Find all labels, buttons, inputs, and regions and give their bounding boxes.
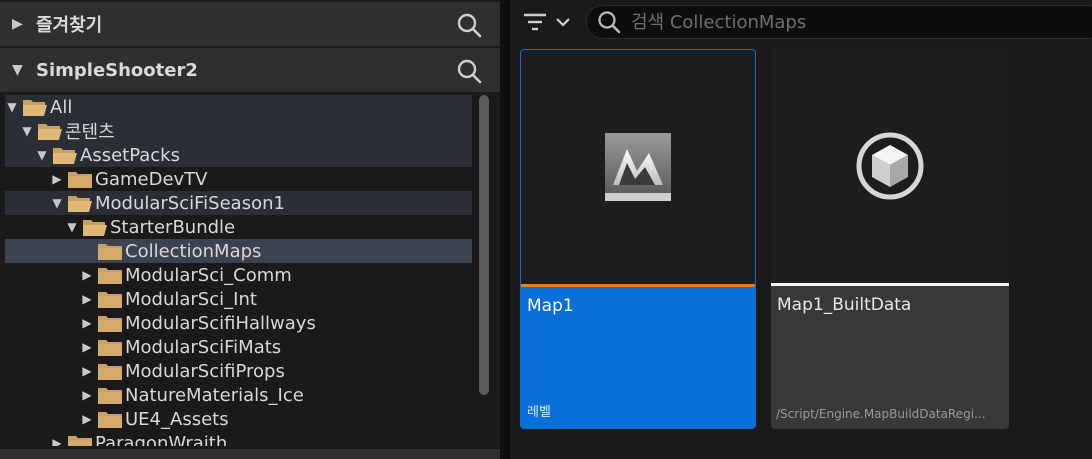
tree-item-label: GameDevTV bbox=[95, 168, 208, 190]
folder-tree: ▼ All ▼ 콘텐츠 ▼ AssetPacks ▶ GameDevTV ▼ ModularSci… bbox=[0, 92, 475, 446]
folder-icon bbox=[98, 388, 122, 404]
sources-panel: ▶ 즐겨찾기 ▼ SimpleShooter2 ▼ All ▼ 콘텐츠 ▼ AssetPa… bbox=[0, 0, 500, 459]
caret-down-icon[interactable]: ▼ bbox=[12, 62, 26, 78]
folder-open-icon bbox=[53, 148, 77, 164]
asset-thumbnail bbox=[771, 49, 1009, 285]
tree-item[interactable]: ▶ ParagonWraith bbox=[5, 431, 472, 446]
tree-item-label: StarterBundle bbox=[110, 216, 236, 238]
tree-item[interactable]: ▶ GameDevTV bbox=[5, 167, 472, 191]
chevron-down-icon bbox=[556, 18, 570, 27]
caret-down-icon[interactable]: ▼ bbox=[65, 220, 79, 234]
tree-item[interactable]: ▼ ModularSciFiSeason1 bbox=[5, 191, 472, 215]
asset-tile-map1-builtdata[interactable]: Map1_BuiltData /Script/Engine.MapBuildDa… bbox=[771, 49, 1009, 429]
caret-right-icon[interactable]: ▶ bbox=[80, 340, 94, 354]
tree-item-label: UE4_Assets bbox=[125, 408, 229, 430]
tree-item[interactable]: ▶ ModularScifiHallways bbox=[5, 311, 472, 335]
asset-view-panel: Map1 레벨 Map1_BuiltData /Script/Engine.Ma… bbox=[510, 0, 1092, 459]
search-icon bbox=[598, 11, 621, 34]
tree-item[interactable]: ▼ AssetPacks bbox=[5, 143, 472, 167]
tree-item-label: 콘텐츠 bbox=[65, 122, 115, 143]
tree-item-label: All bbox=[50, 96, 73, 118]
tree-item[interactable]: ▶ ModularScifiProps bbox=[5, 359, 472, 383]
favorites-header[interactable]: ▶ 즐겨찾기 bbox=[0, 2, 500, 46]
caret-right-icon[interactable]: ▶ bbox=[80, 316, 94, 330]
tree-item[interactable]: ▼ All bbox=[5, 95, 472, 119]
caret-down-icon[interactable]: ▼ bbox=[50, 196, 64, 210]
folder-open-icon bbox=[38, 124, 62, 140]
tree-item[interactable]: ▶ NatureMaterials_Ice bbox=[5, 383, 472, 407]
tree-item-label: ModularSci_Int bbox=[125, 288, 257, 310]
tree-item-label: CollectionMaps bbox=[125, 240, 262, 262]
tree-item[interactable]: ▶ ModularSci_Comm bbox=[5, 263, 472, 287]
asset-type-color-bar bbox=[771, 283, 1009, 286]
folder-icon bbox=[68, 172, 92, 188]
folder-icon bbox=[98, 316, 122, 332]
caret-right-icon[interactable]: ▶ bbox=[50, 172, 64, 186]
asset-search-box[interactable] bbox=[586, 5, 1092, 39]
folder-open-icon bbox=[68, 196, 92, 212]
tree-item[interactable]: CollectionMaps bbox=[5, 239, 472, 263]
tree-scrollbar[interactable] bbox=[479, 95, 489, 395]
asset-type-label: 레벨 bbox=[527, 405, 551, 420]
folder-icon bbox=[68, 436, 92, 446]
caret-down-icon[interactable]: ▼ bbox=[35, 148, 49, 162]
asset-toolbar bbox=[510, 0, 1092, 44]
tree-item-label: ModularSci_Comm bbox=[125, 264, 292, 286]
asset-name: Map1_BuiltData bbox=[777, 295, 912, 315]
tree-item-label: ModularSciFiMats bbox=[125, 336, 282, 358]
panel-splitter[interactable] bbox=[500, 0, 510, 459]
filter-icon bbox=[524, 13, 546, 31]
tree-item[interactable]: ▶ ModularSciFiMats bbox=[5, 335, 472, 359]
project-title: SimpleShooter2 bbox=[36, 59, 198, 81]
caret-right-icon[interactable]: ▶ bbox=[80, 364, 94, 378]
asset-class-path: /Script/Engine.MapBuildDataRegi... bbox=[776, 407, 986, 421]
caret-right-icon[interactable]: ▶ bbox=[50, 436, 64, 446]
project-header[interactable]: ▼ SimpleShooter2 bbox=[0, 48, 500, 92]
tree-item-label: AssetPacks bbox=[80, 144, 180, 166]
search-icon[interactable] bbox=[456, 12, 482, 38]
folder-open-icon bbox=[23, 100, 47, 116]
bottom-bar bbox=[0, 449, 500, 459]
asset-type-color-bar bbox=[521, 284, 755, 287]
caret-down-icon[interactable]: ▼ bbox=[20, 124, 34, 138]
asset-name: Map1 bbox=[527, 296, 574, 316]
folder-icon bbox=[98, 292, 122, 308]
tree-item-label: ModularScifiProps bbox=[125, 360, 285, 382]
favorites-title: 즐겨찾기 bbox=[36, 15, 103, 36]
tree-item[interactable]: ▼ 콘텐츠 bbox=[5, 119, 472, 143]
tree-item[interactable]: ▼ StarterBundle bbox=[5, 215, 472, 239]
search-icon[interactable] bbox=[456, 58, 482, 84]
level-map-icon bbox=[605, 133, 671, 201]
asset-search-input[interactable] bbox=[631, 11, 1071, 33]
asset-tile-map1[interactable]: Map1 레벨 bbox=[520, 49, 756, 429]
tree-item[interactable]: ▶ UE4_Assets bbox=[5, 407, 472, 431]
folder-open-icon bbox=[83, 220, 107, 236]
folder-icon bbox=[98, 340, 122, 356]
caret-right-icon[interactable]: ▶ bbox=[80, 292, 94, 306]
tree-item-label: NatureMaterials_Ice bbox=[125, 384, 304, 406]
folder-icon bbox=[98, 412, 122, 428]
tree-item-label: ParagonWraith bbox=[95, 432, 228, 447]
caret-down-icon[interactable]: ▼ bbox=[5, 100, 19, 114]
filter-button[interactable] bbox=[522, 8, 578, 36]
caret-right-icon[interactable]: ▶ bbox=[80, 268, 94, 282]
tree-item[interactable]: ▶ ModularSci_Int bbox=[5, 287, 472, 311]
folder-icon bbox=[98, 244, 122, 260]
data-asset-icon bbox=[856, 132, 924, 200]
tree-item-label: ModularScifiHallways bbox=[125, 312, 316, 334]
asset-thumbnail bbox=[521, 50, 755, 286]
caret-right-icon[interactable]: ▶ bbox=[80, 388, 94, 402]
caret-right-icon[interactable]: ▶ bbox=[12, 16, 26, 32]
tree-item-label: ModularSciFiSeason1 bbox=[95, 192, 285, 214]
folder-icon bbox=[98, 268, 122, 284]
folder-icon bbox=[98, 364, 122, 380]
caret-right-icon[interactable]: ▶ bbox=[80, 412, 94, 426]
